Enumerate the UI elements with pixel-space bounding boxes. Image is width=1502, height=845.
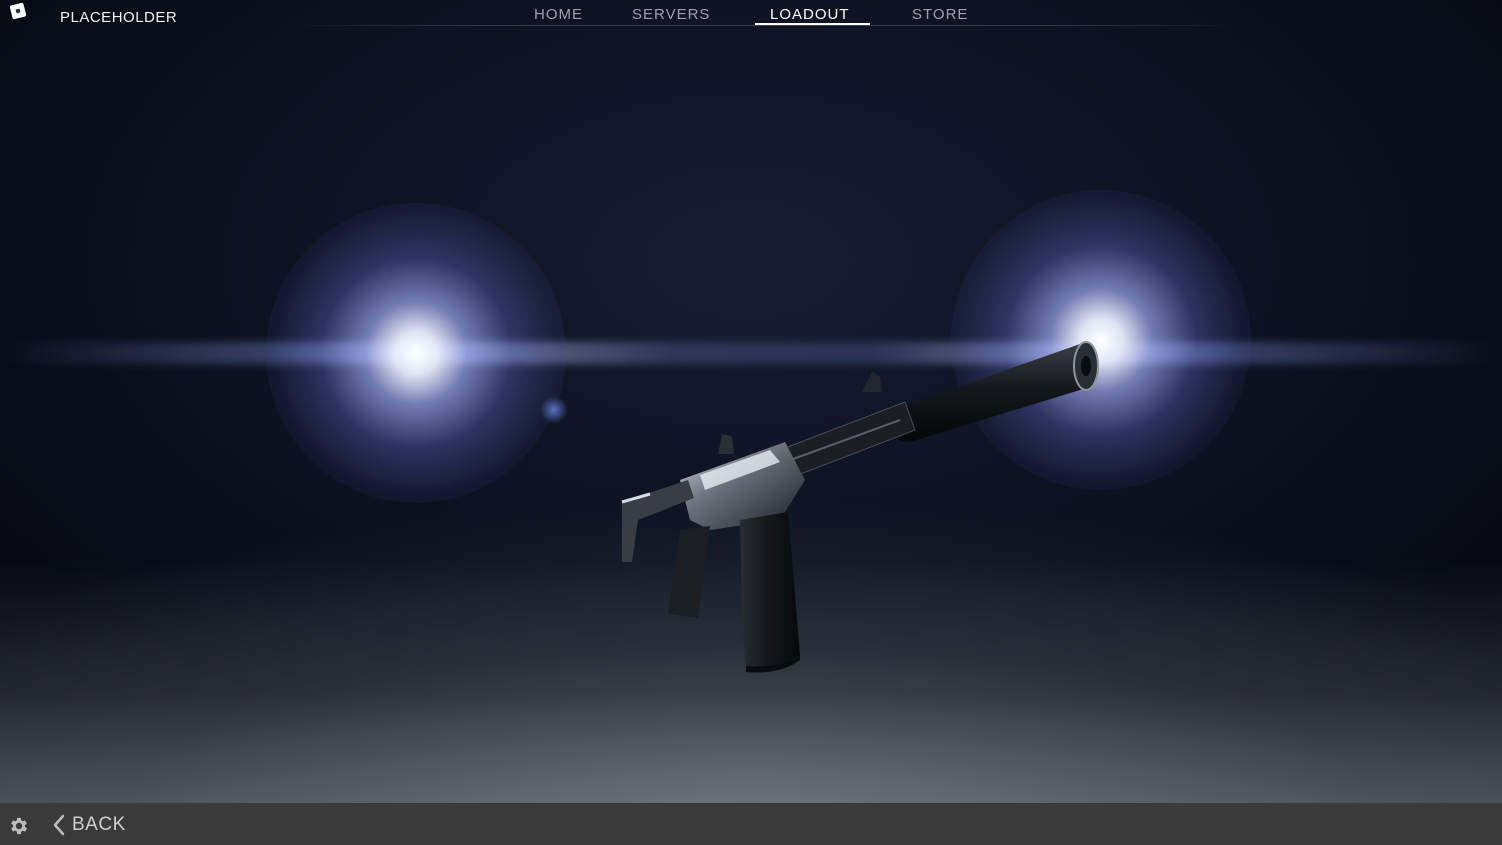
top-navigation-bar: PLACEHOLDER HOME SERVERS LOADOUT STORE bbox=[0, 0, 1502, 36]
left-spotlight bbox=[266, 203, 566, 503]
active-tab-indicator bbox=[755, 23, 870, 25]
loadout-3d-viewport bbox=[0, 0, 1502, 803]
game-title: PLACEHOLDER bbox=[60, 9, 178, 26]
back-label: BACK bbox=[72, 814, 126, 835]
gear-icon[interactable] bbox=[8, 815, 30, 837]
tab-servers[interactable]: SERVERS bbox=[632, 6, 710, 23]
bottom-bar: BACK bbox=[0, 803, 1502, 845]
rifle-model[interactable] bbox=[610, 330, 1110, 680]
roblox-icon[interactable] bbox=[9, 2, 27, 20]
lens-flare-orb bbox=[540, 396, 568, 424]
tab-store[interactable]: STORE bbox=[912, 6, 968, 23]
tab-loadout[interactable]: LOADOUT bbox=[770, 6, 850, 23]
chevron-left-icon bbox=[53, 814, 65, 836]
nav-divider bbox=[286, 25, 1248, 26]
back-button[interactable]: BACK bbox=[52, 813, 126, 837]
tab-home[interactable]: HOME bbox=[534, 6, 583, 23]
